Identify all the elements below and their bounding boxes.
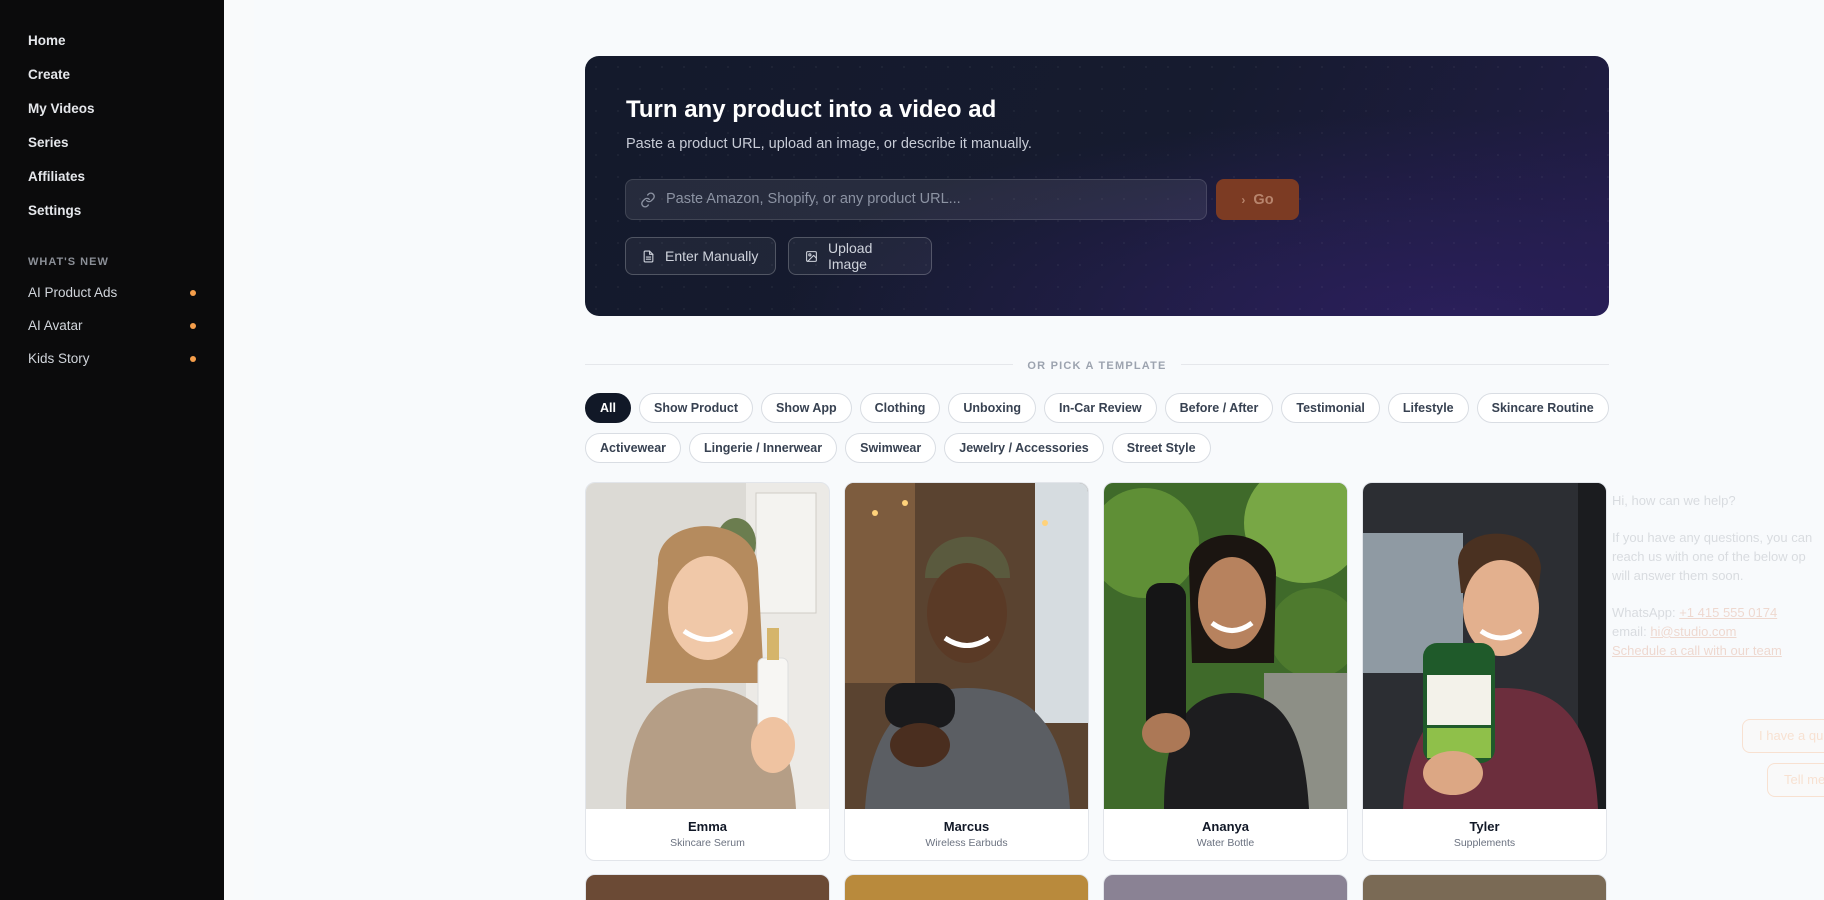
new-item-ai-product-ads[interactable]: AI Product Ads (0, 276, 224, 309)
card-product: Skincare Serum (670, 837, 745, 849)
template-card-tyler[interactable]: Tyler Supplements (1362, 482, 1607, 861)
template-thumbnail (1104, 483, 1347, 809)
chip-unboxing[interactable]: Unboxing (948, 393, 1036, 423)
go-label: Go (1253, 191, 1274, 208)
card-name: Emma (687, 819, 728, 834)
upload-image-label: Upload Image (827, 240, 873, 272)
chat-greeting: Hi, how can we help? (1612, 493, 1736, 508)
template-divider: OR PICK A TEMPLATE (585, 360, 1609, 372)
new-item-kids-story[interactable]: Kids Story (0, 342, 224, 375)
new-item-label: AI Product Ads (28, 285, 118, 300)
chat-whatsapp: WhatsApp: +1 415 555 0174 (1612, 605, 1824, 620)
chat-email: email: hi@studio.com (1612, 624, 1824, 639)
chat-question-button[interactable]: I have a qu (1742, 719, 1824, 753)
chip-all[interactable]: All (585, 393, 631, 423)
new-item-label: Kids Story (28, 351, 90, 366)
new-badge-dot (190, 323, 196, 329)
card-name: Ananya (1202, 819, 1249, 834)
chip-lifestyle[interactable]: Lifestyle (1387, 393, 1469, 423)
template-thumbnail (1363, 483, 1606, 809)
link-icon (641, 192, 655, 208)
divider-label: OR PICK A TEMPLATE (1013, 360, 1181, 372)
hero-title: Turn any product into a video ad (626, 96, 997, 123)
chat-widget: Hi, how can we help? If you have any que… (1612, 493, 1824, 813)
new-item-label: AI Avatar (28, 318, 83, 333)
chip-before-after[interactable]: Before / After (1164, 393, 1274, 423)
chip-swimwear[interactable]: Swimwear (845, 433, 937, 463)
url-placeholder: Paste Amazon, Shopify, or any product UR… (666, 191, 961, 207)
enter-manually-label: Enter Manually (665, 248, 759, 264)
template-thumbnail (586, 483, 829, 809)
nav-affiliates[interactable]: Affiliates (0, 160, 224, 194)
chip-in-car-review[interactable]: In-Car Review (1043, 393, 1157, 423)
chip-show-product[interactable]: Show Product (638, 393, 754, 423)
template-card[interactable] (844, 874, 1089, 900)
template-card-marcus[interactable]: Marcus Wireless Earbuds (844, 482, 1089, 861)
product-url-input[interactable]: Paste Amazon, Shopify, or any product UR… (625, 179, 1207, 220)
whatsapp-label: WhatsApp: (1612, 605, 1676, 620)
nav-my-videos[interactable]: My Videos (0, 92, 224, 126)
chip-show-app[interactable]: Show App (761, 393, 852, 423)
sidebar: Home Create My Videos Series Affiliates … (0, 0, 224, 900)
template-card-ananya[interactable]: Ananya Water Bottle (1103, 482, 1348, 861)
card-product: Supplements (1453, 837, 1516, 849)
template-card[interactable] (585, 874, 830, 900)
chat-extra-link[interactable]: Schedule a call with our team (1612, 643, 1824, 658)
chip-activewear[interactable]: Activewear (585, 433, 682, 463)
template-thumbnail (845, 483, 1088, 809)
template-card[interactable] (1103, 874, 1348, 900)
template-card-emma[interactable]: Emma Skincare Serum (585, 482, 830, 861)
chat-text: reach us with one of the below op (1612, 549, 1806, 564)
template-card[interactable] (1362, 874, 1607, 900)
new-badge-dot (190, 290, 196, 296)
chat-text: If you have any questions, you can (1612, 530, 1813, 545)
email-link[interactable]: hi@studio.com (1650, 624, 1736, 639)
chat-text: will answer them soon. (1612, 568, 1744, 583)
chip-skincare-routine[interactable]: Skincare Routine (1476, 393, 1609, 423)
go-button[interactable]: › Go (1216, 179, 1299, 220)
nav-home[interactable]: Home (0, 24, 224, 58)
card-name: Tyler (1469, 819, 1500, 834)
chip-lingerie-innerwear[interactable]: Lingerie / Innerwear (689, 433, 838, 463)
chip-row: All Show Product Show App Clothing Unbox… (585, 393, 1625, 423)
card-product: Wireless Earbuds (925, 837, 1008, 849)
upload-image-button[interactable]: Upload Image (788, 237, 932, 275)
chip-clothing[interactable]: Clothing (859, 393, 941, 423)
hero-subtitle: Paste a product URL, upload an image, or… (626, 136, 1032, 152)
enter-manually-button[interactable]: Enter Manually (625, 237, 776, 275)
hero-panel: Turn any product into a video ad Paste a… (585, 56, 1609, 316)
chevron-right-icon: › (1241, 192, 1246, 207)
new-item-ai-avatar[interactable]: AI Avatar (0, 309, 224, 342)
nav-settings[interactable]: Settings (0, 194, 224, 228)
new-badge-dot (190, 356, 196, 362)
main-area: Turn any product into a video ad Paste a… (224, 0, 1824, 900)
chip-testimonial[interactable]: Testimonial (1281, 393, 1380, 423)
chip-row: Activewear Lingerie / Innerwear Swimwear… (585, 433, 1625, 463)
document-icon (643, 250, 654, 262)
template-filters: All Show Product Show App Clothing Unbox… (585, 393, 1625, 473)
content-panel: Turn any product into a video ad Paste a… (254, 0, 1824, 900)
whats-new-heading: WHAT'S NEW (28, 256, 109, 268)
card-product: Water Bottle (1196, 837, 1255, 849)
nav-create[interactable]: Create (0, 58, 224, 92)
card-name: Marcus (943, 819, 990, 834)
chip-jewelry-accessories[interactable]: Jewelry / Accessories (944, 433, 1104, 463)
nav-series[interactable]: Series (0, 126, 224, 160)
image-icon (806, 250, 817, 262)
chat-tell-me-button[interactable]: Tell me (1767, 763, 1824, 797)
chip-street-style[interactable]: Street Style (1111, 433, 1211, 463)
whatsapp-link[interactable]: +1 415 555 0174 (1679, 605, 1777, 620)
email-label: email: (1612, 624, 1647, 639)
